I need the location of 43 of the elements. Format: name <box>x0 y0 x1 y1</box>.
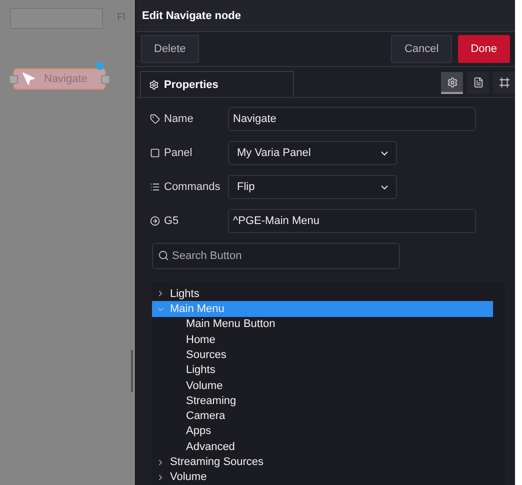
text-field[interactable]: ^PGE-Main Menu <box>228 209 476 234</box>
chevron-right-icon <box>156 289 165 298</box>
tag-icon <box>150 114 160 124</box>
tree-item[interactable]: Sources <box>152 347 493 363</box>
frame-icon <box>498 76 510 88</box>
field-label: Panel <box>150 147 228 160</box>
field-label: Name <box>150 113 228 126</box>
search-field[interactable]: Search Button <box>152 243 400 270</box>
tree-item[interactable]: Main Menu Button <box>152 316 493 332</box>
tree-item[interactable]: Home <box>152 332 493 348</box>
settings-icon <box>446 76 458 88</box>
settings-tab[interactable] <box>441 72 463 94</box>
tree-item[interactable]: Streaming Sources <box>152 454 493 470</box>
tree-item[interactable]: Lights <box>152 362 493 378</box>
delete-button[interactable]: Delete <box>141 35 199 64</box>
cancel-button[interactable]: Cancel <box>391 35 452 64</box>
node-label: Navigate <box>44 73 88 85</box>
tree-item[interactable]: Apps <box>152 424 493 440</box>
tree-item[interactable]: Volume <box>152 470 493 485</box>
done-button[interactable]: Done <box>458 35 510 64</box>
field-label: G5 <box>150 215 228 228</box>
tree-item[interactable]: Camera <box>152 408 493 424</box>
text-field[interactable]: Navigate <box>228 107 476 132</box>
appearance-tab[interactable] <box>493 72 515 94</box>
select-field[interactable]: Flip <box>228 175 397 200</box>
search-icon <box>158 250 169 262</box>
list-icon <box>150 182 160 192</box>
description-tab[interactable] <box>467 72 489 94</box>
arrow-circle-icon <box>150 216 160 226</box>
input-port[interactable] <box>9 75 18 84</box>
tree-item[interactable]: Advanced <box>152 439 493 454</box>
tree-item[interactable]: Streaming <box>152 393 493 409</box>
tree-item[interactable]: Lights <box>152 286 493 302</box>
square-icon <box>150 148 160 158</box>
panel-title: Edit Navigate node <box>136 0 515 32</box>
field-label: Commands <box>150 181 228 194</box>
document-icon <box>472 76 484 88</box>
navigation-arrow-icon <box>22 72 36 86</box>
tree-item[interactable]: Volume <box>152 378 493 394</box>
properties-tab[interactable]: Properties <box>140 71 294 98</box>
settings-icon <box>149 80 159 90</box>
select-field[interactable]: My Varia Panel <box>228 141 397 166</box>
scrollbar[interactable] <box>131 350 133 392</box>
